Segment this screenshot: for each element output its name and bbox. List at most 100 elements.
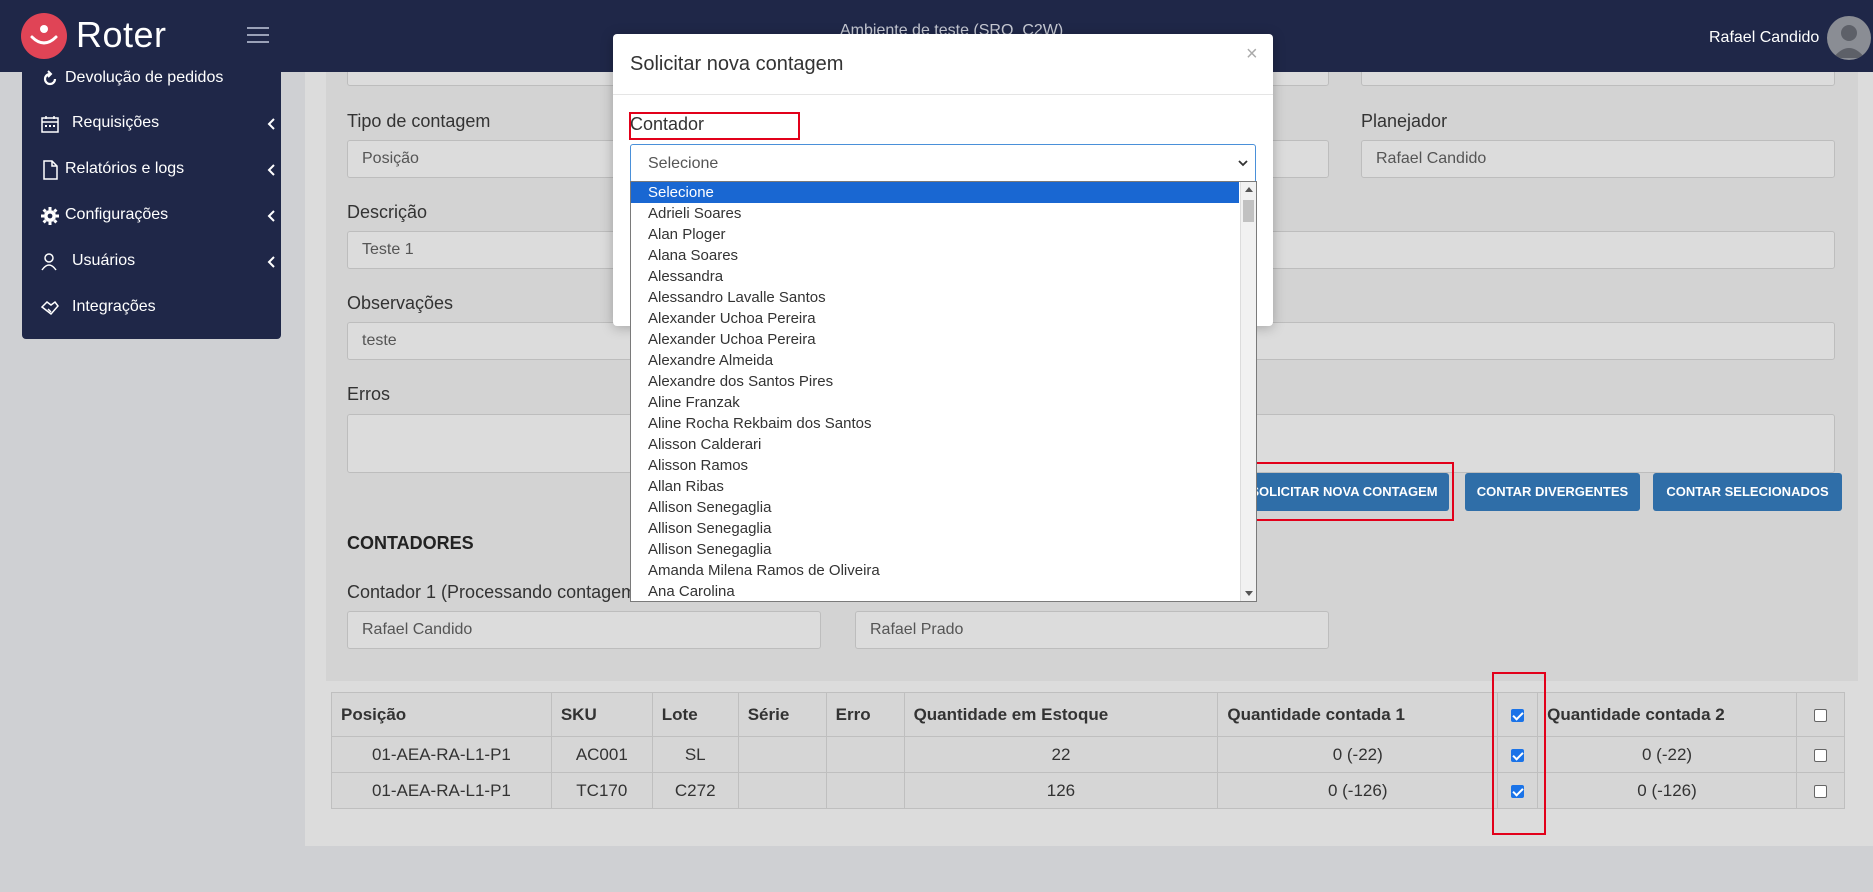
header-check2-checkbox[interactable] — [1813, 708, 1827, 722]
contadores-title: CONTADORES — [347, 533, 474, 553]
chevron-left-icon — [267, 210, 275, 222]
cell-check2 — [1795, 772, 1846, 809]
table-row[interactable]: 01-AEA-RA-L1-P1 TC170 C272 126 0 (-126) … — [331, 772, 1846, 809]
sidebar-item-label: Usuários — [72, 252, 136, 269]
sidebar-item-integracoes[interactable]: Integrações — [40, 296, 265, 320]
calendar-icon — [41, 116, 59, 133]
sidebar-item-label: Integrações — [72, 298, 156, 315]
sidebar-item-configuracoes[interactable]: Configurações — [40, 204, 275, 228]
roter-logo-icon[interactable] — [21, 13, 67, 59]
table-row[interactable]: 01-AEA-RA-L1-P1 AC001 SL 22 0 (-22) 0 (-… — [331, 736, 1846, 773]
option-item[interactable]: Allison Senegaglia — [631, 539, 1239, 560]
sidebar-item-relatorios[interactable]: Relatórios e logs — [40, 158, 275, 182]
option-item[interactable]: Ana Carolina — [631, 581, 1239, 601]
contar-divergentes-button[interactable]: CONTAR DIVERGENTES — [1465, 473, 1640, 511]
contar-selecionados-button[interactable]: CONTAR SELECIONADOS — [1653, 473, 1842, 511]
option-item[interactable]: Selecione — [631, 182, 1239, 203]
scrollbar-thumb[interactable] — [1243, 200, 1254, 222]
modal-divider — [613, 94, 1273, 95]
contador2-field[interactable]: Rafael Prado — [855, 611, 1329, 649]
col-estoque: Quantidade em Estoque — [903, 692, 1219, 737]
cell-erro — [825, 772, 905, 809]
sidebar-item-requisicoes[interactable]: Requisições — [40, 112, 275, 136]
option-item[interactable]: Adrieli Soares — [631, 203, 1239, 224]
cell-posicao: 01-AEA-RA-L1-P1 — [331, 736, 552, 773]
col-erro: Erro — [825, 692, 905, 737]
descricao-label: Descrição — [347, 202, 428, 222]
option-item[interactable]: Alexandre dos Santos Pires — [631, 371, 1239, 392]
col-sku: SKU — [550, 692, 653, 737]
user-name[interactable]: Rafael Candido — [1709, 29, 1819, 47]
tipo-contagem-label: Tipo de contagem — [347, 111, 491, 131]
col-serie: Série — [737, 692, 827, 737]
contador1-field[interactable]: Rafael Candido — [347, 611, 821, 649]
highlight-check1-column — [1492, 672, 1546, 835]
option-item[interactable]: Alisson Ramos — [631, 455, 1239, 476]
highlight-solicitar-button — [1239, 462, 1454, 521]
sidebar-item-devolucao[interactable]: Devolução de pedidos — [40, 67, 265, 91]
cell-posicao: 01-AEA-RA-L1-P1 — [331, 772, 552, 809]
options-scrollbar[interactable] — [1240, 182, 1256, 601]
table-header-row: Posição SKU Lote Série Erro Quantidade e… — [331, 692, 1846, 737]
menu-toggle-icon[interactable] — [247, 27, 269, 45]
option-item[interactable]: Alana Soares — [631, 245, 1239, 266]
option-item[interactable]: Allan Ribas — [631, 476, 1239, 497]
sidebar-item-label: Requisições — [72, 114, 160, 131]
cell-sku: TC170 — [550, 772, 653, 809]
modal-title: Solicitar nova contagem — [630, 53, 844, 75]
chevron-down-icon — [1238, 160, 1248, 167]
app-name: Roter — [76, 14, 167, 55]
erros-label: Erros — [347, 384, 391, 404]
option-item[interactable]: Amanda Milena Ramos de Oliveira — [631, 560, 1239, 581]
row-check2-checkbox[interactable] — [1813, 748, 1827, 762]
contagem-table: Posição SKU Lote Série Erro Quantidade e… — [331, 692, 1846, 809]
cell-contada2: 0 (-22) — [1537, 736, 1797, 773]
scroll-down-icon[interactable] — [1245, 591, 1253, 596]
observacoes-label: Observações — [347, 293, 454, 313]
sidebar-item-usuarios[interactable]: Usuários — [40, 250, 275, 274]
col-posicao: Posição — [331, 692, 552, 737]
option-item[interactable]: Aline Franzak — [631, 392, 1239, 413]
user-icon — [41, 253, 57, 271]
option-item[interactable]: Allison Senegaglia — [631, 518, 1239, 539]
option-item[interactable]: Alisson Calderari — [631, 434, 1239, 455]
row-check2-checkbox[interactable] — [1813, 784, 1827, 798]
scroll-up-icon[interactable] — [1245, 187, 1253, 192]
option-item[interactable]: Aline Rocha Rekbaim dos Santos — [631, 413, 1239, 434]
cell-lote: SL — [651, 736, 739, 773]
option-item[interactable]: Alexander Uchoa Pereira — [631, 329, 1239, 350]
option-item[interactable]: Alexandre Almeida — [631, 350, 1239, 371]
chevron-left-icon — [267, 118, 275, 130]
gear-icon — [41, 207, 59, 225]
highlight-contador-label — [629, 112, 800, 140]
option-item[interactable]: Allison Senegaglia — [631, 497, 1239, 518]
close-icon[interactable]: × — [1246, 43, 1258, 66]
contador1-label: Contador 1 (Processando contagem) — [347, 582, 643, 602]
option-item[interactable]: Alessandra — [631, 266, 1239, 287]
col-contada1: Quantidade contada 1 — [1217, 692, 1499, 737]
col-lote: Lote — [651, 692, 739, 737]
option-item[interactable]: Alexander Uchoa Pereira — [631, 308, 1239, 329]
option-item[interactable]: Alessandro Lavalle Santos — [631, 287, 1239, 308]
chevron-left-icon — [267, 164, 275, 176]
col-contada2: Quantidade contada 2 — [1537, 692, 1797, 737]
option-item[interactable]: Alan Ploger — [631, 224, 1239, 245]
col-check2 — [1795, 692, 1846, 737]
sidebar-item-label: Configurações — [65, 206, 169, 223]
sidebar-item-label: Relatórios e logs — [65, 160, 185, 177]
cell-contada1: 0 (-126) — [1217, 772, 1499, 809]
cell-erro — [825, 736, 905, 773]
cell-lote: C272 — [651, 772, 739, 809]
cell-serie — [737, 772, 827, 809]
planejador-label: Planejador — [1361, 111, 1448, 131]
cell-sku: AC001 — [550, 736, 653, 773]
contador-select[interactable]: Selecione — [630, 144, 1256, 183]
handshake-icon — [40, 300, 59, 316]
planejador-field[interactable]: Rafael Candido — [1361, 140, 1835, 178]
avatar[interactable] — [1827, 16, 1871, 60]
cell-check2 — [1795, 736, 1846, 773]
sidebar-item-label: Devolução de pedidos — [65, 69, 224, 86]
file-icon — [43, 160, 58, 180]
contador-options-list[interactable]: Selecione Adrieli Soares Alan Ploger Ala… — [630, 181, 1257, 602]
cell-estoque: 126 — [903, 772, 1219, 809]
